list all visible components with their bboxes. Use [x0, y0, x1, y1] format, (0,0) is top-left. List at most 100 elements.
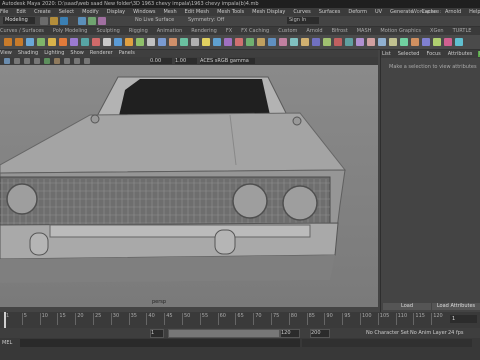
time-slider[interactable]: 1 1 5 10 15 20 25 30 35 40 45 50 55 60 65 70 75 80 85 90 95…: [0, 312, 480, 328]
shelf-tab-9[interactable]: Arnold: [306, 28, 322, 34]
color-space-dropdown[interactable]: ACES sRGB gamma: [200, 58, 255, 64]
shelf-tool-icon[interactable]: [345, 38, 353, 46]
shelf-tool-icon[interactable]: [279, 38, 287, 46]
shadows-icon[interactable]: [84, 58, 90, 64]
shelf-tab-10[interactable]: Bifrost: [332, 28, 348, 34]
shelf-tool-icon[interactable]: [224, 38, 232, 46]
shelf-tab-2[interactable]: Sculpting: [96, 28, 119, 34]
shelf-tool-icon[interactable]: [169, 38, 177, 46]
shelf-tool-icon[interactable]: [246, 38, 254, 46]
gamma-field[interactable]: 1.00: [175, 58, 197, 64]
shelf-tool-icon[interactable]: [389, 38, 397, 46]
shelf-tool-icon[interactable]: [15, 38, 23, 46]
shelf-tool-icon[interactable]: [422, 38, 430, 46]
shelf-tool-icon[interactable]: [455, 38, 463, 46]
select-component-icon[interactable]: [98, 17, 106, 25]
menu-generate[interactable]: Generate: [390, 9, 413, 15]
menu-deform[interactable]: Deform: [348, 9, 367, 15]
shelf-tool-icon[interactable]: [48, 38, 56, 46]
shelf-tool-icon[interactable]: [81, 38, 89, 46]
exposure-field[interactable]: 0.00: [150, 58, 172, 64]
shelf-tool-icon[interactable]: [213, 38, 221, 46]
shelf-tool-icon[interactable]: [158, 38, 166, 46]
attr-tab-selected[interactable]: Selected: [397, 51, 421, 57]
panel-menu-show[interactable]: Show: [70, 50, 84, 56]
menu-mesh-tools[interactable]: Mesh Tools: [217, 9, 244, 15]
load-button[interactable]: Load: [383, 303, 431, 310]
command-language-label[interactable]: MEL: [2, 340, 12, 346]
menu-edit-mesh[interactable]: Edit Mesh: [185, 9, 209, 15]
menu-uv[interactable]: UV: [375, 9, 382, 15]
panel-menu-view[interactable]: View: [0, 50, 12, 56]
menuset-dropdown[interactable]: Modeling: [3, 17, 35, 24]
shelf-tool-icon[interactable]: [268, 38, 276, 46]
range-end-inner-field[interactable]: 120: [280, 329, 300, 338]
character-set-dropdown[interactable]: No Character Set: [366, 330, 409, 336]
shelf-tab-3[interactable]: Rigging: [129, 28, 148, 34]
shelf-tool-icon[interactable]: [202, 38, 210, 46]
panel-menu-shading[interactable]: Shading: [18, 50, 38, 56]
shelf-tab-7[interactable]: FX Caching: [241, 28, 269, 34]
load-attributes-button[interactable]: Load Attributes: [432, 303, 480, 310]
menu-curves[interactable]: Curves: [293, 9, 310, 15]
shelf-tool-icon[interactable]: [312, 38, 320, 46]
attr-tab-focus[interactable]: Focus: [425, 51, 441, 57]
current-time-marker[interactable]: [4, 312, 6, 328]
menu-mesh-display[interactable]: Mesh Display: [252, 9, 285, 15]
shelf-tool-icon[interactable]: [356, 38, 364, 46]
shelf-tool-icon[interactable]: [191, 38, 199, 46]
viewport-3d[interactable]: persp: [0, 65, 378, 307]
menu-mesh[interactable]: Mesh: [163, 9, 176, 15]
shelf-tool-icon[interactable]: [114, 38, 122, 46]
textured-icon[interactable]: [64, 58, 70, 64]
shelf-tool-icon[interactable]: [433, 38, 441, 46]
open-scene-icon[interactable]: [50, 17, 58, 25]
shelf-tab-14[interactable]: TURTLE: [453, 28, 472, 34]
menu-arnold[interactable]: Arnold: [445, 9, 461, 15]
menu-windows[interactable]: Windows: [133, 9, 155, 15]
shelf-tool-icon[interactable]: [4, 38, 12, 46]
shelf-tool-icon[interactable]: [37, 38, 45, 46]
shelf-tool-icon[interactable]: [125, 38, 133, 46]
shelf-tool-icon[interactable]: [92, 38, 100, 46]
camera-attributes-icon[interactable]: [14, 58, 20, 64]
shelf-tool-icon[interactable]: [103, 38, 111, 46]
grid-icon[interactable]: [34, 58, 40, 64]
save-scene-icon[interactable]: [60, 17, 68, 25]
shelf-tool-icon[interactable]: [411, 38, 419, 46]
shelf-tab-6[interactable]: FX: [226, 28, 232, 34]
shelf-tool-icon[interactable]: [136, 38, 144, 46]
lights-icon[interactable]: [74, 58, 80, 64]
panel-menu-lighting[interactable]: Lighting: [44, 50, 64, 56]
shelf-tool-icon[interactable]: [59, 38, 67, 46]
menu-select[interactable]: Select: [59, 9, 74, 15]
select-hierarchy-icon[interactable]: [78, 17, 86, 25]
symmetry-dropdown[interactable]: Symmetry: Off: [188, 17, 228, 24]
shelf-tab-0[interactable]: Curves / Surfaces: [0, 28, 44, 34]
panel-menu-renderer[interactable]: Renderer: [90, 50, 113, 56]
range-bar[interactable]: [168, 329, 280, 338]
command-input[interactable]: [20, 339, 300, 347]
range-end-field[interactable]: 200: [310, 329, 330, 338]
shelf-tool-icon[interactable]: [378, 38, 386, 46]
shelf-tool-icon[interactable]: [180, 38, 188, 46]
shelf-tool-icon[interactable]: [334, 38, 342, 46]
menu-file[interactable]: File: [0, 9, 8, 15]
shelf-tool-icon[interactable]: [323, 38, 331, 46]
new-scene-icon[interactable]: [40, 17, 48, 25]
shelf-tab-4[interactable]: Animation: [157, 28, 183, 34]
current-frame-field[interactable]: 1: [450, 315, 477, 323]
attr-tab-attributes[interactable]: Attributes: [447, 51, 474, 57]
sign-in-button[interactable]: Sign In: [287, 17, 319, 24]
attr-tab-list[interactable]: List: [381, 51, 392, 57]
shelf-tool-icon[interactable]: [257, 38, 265, 46]
shelf-tab-5[interactable]: Rendering: [191, 28, 217, 34]
shelf-tool-icon[interactable]: [26, 38, 34, 46]
shelf-tool-icon[interactable]: [235, 38, 243, 46]
menu-display[interactable]: Display: [107, 9, 125, 15]
shelf-tab-1[interactable]: Poly Modeling: [53, 28, 88, 34]
smooth-shade-icon[interactable]: [54, 58, 60, 64]
menu-help[interactable]: Help: [469, 9, 480, 15]
shelf-tool-icon[interactable]: [70, 38, 78, 46]
shelf-tab-11[interactable]: MASH: [357, 28, 372, 34]
